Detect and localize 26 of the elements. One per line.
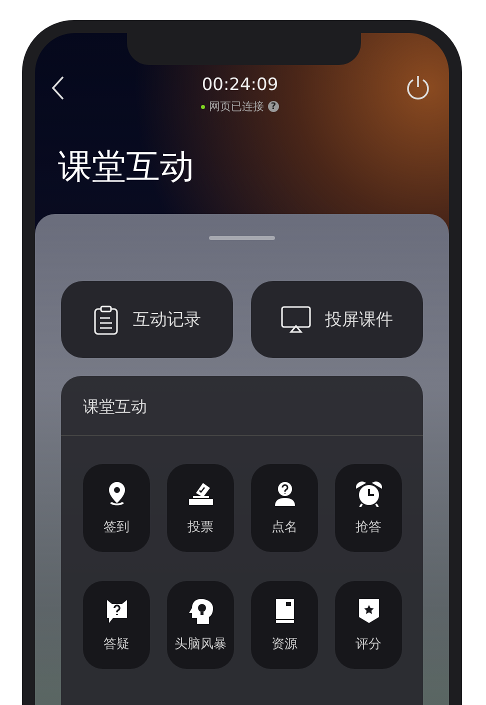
action-button[interactable]: 互动记录: [61, 281, 233, 358]
person-question-icon: [272, 481, 296, 507]
tool-button[interactable]: 资源: [251, 581, 318, 669]
connection-status: 网页已连接: [209, 99, 264, 114]
head-lightbulb-icon: [188, 597, 214, 625]
tool-button[interactable]: 评分: [335, 581, 402, 669]
clipboard-icon: [93, 304, 119, 334]
tool-button[interactable]: 投票: [167, 464, 234, 552]
tool-button[interactable]: 点名: [251, 464, 318, 552]
card-title: 课堂互动: [82, 396, 148, 418]
ballot-box-icon: [186, 481, 214, 507]
help-icon[interactable]: ?: [268, 101, 279, 112]
action-button[interactable]: 投屏课件: [251, 281, 423, 358]
book-icon: [274, 598, 296, 624]
monitor-icon: [281, 306, 311, 334]
alarm-clock-icon: [356, 481, 382, 507]
timer: 00:24:09: [202, 75, 278, 95]
page-title: 课堂互动: [58, 146, 195, 189]
star-badge-icon: [358, 598, 380, 624]
power-icon[interactable]: [405, 75, 431, 101]
tool-button[interactable]: 签到: [83, 464, 150, 552]
tool-button[interactable]: 答疑: [83, 581, 150, 669]
back-icon[interactable]: [51, 75, 65, 101]
tool-button[interactable]: 头脑风暴: [167, 581, 234, 669]
tool-button[interactable]: 抢答: [335, 464, 402, 552]
drag-handle[interactable]: [209, 236, 275, 240]
